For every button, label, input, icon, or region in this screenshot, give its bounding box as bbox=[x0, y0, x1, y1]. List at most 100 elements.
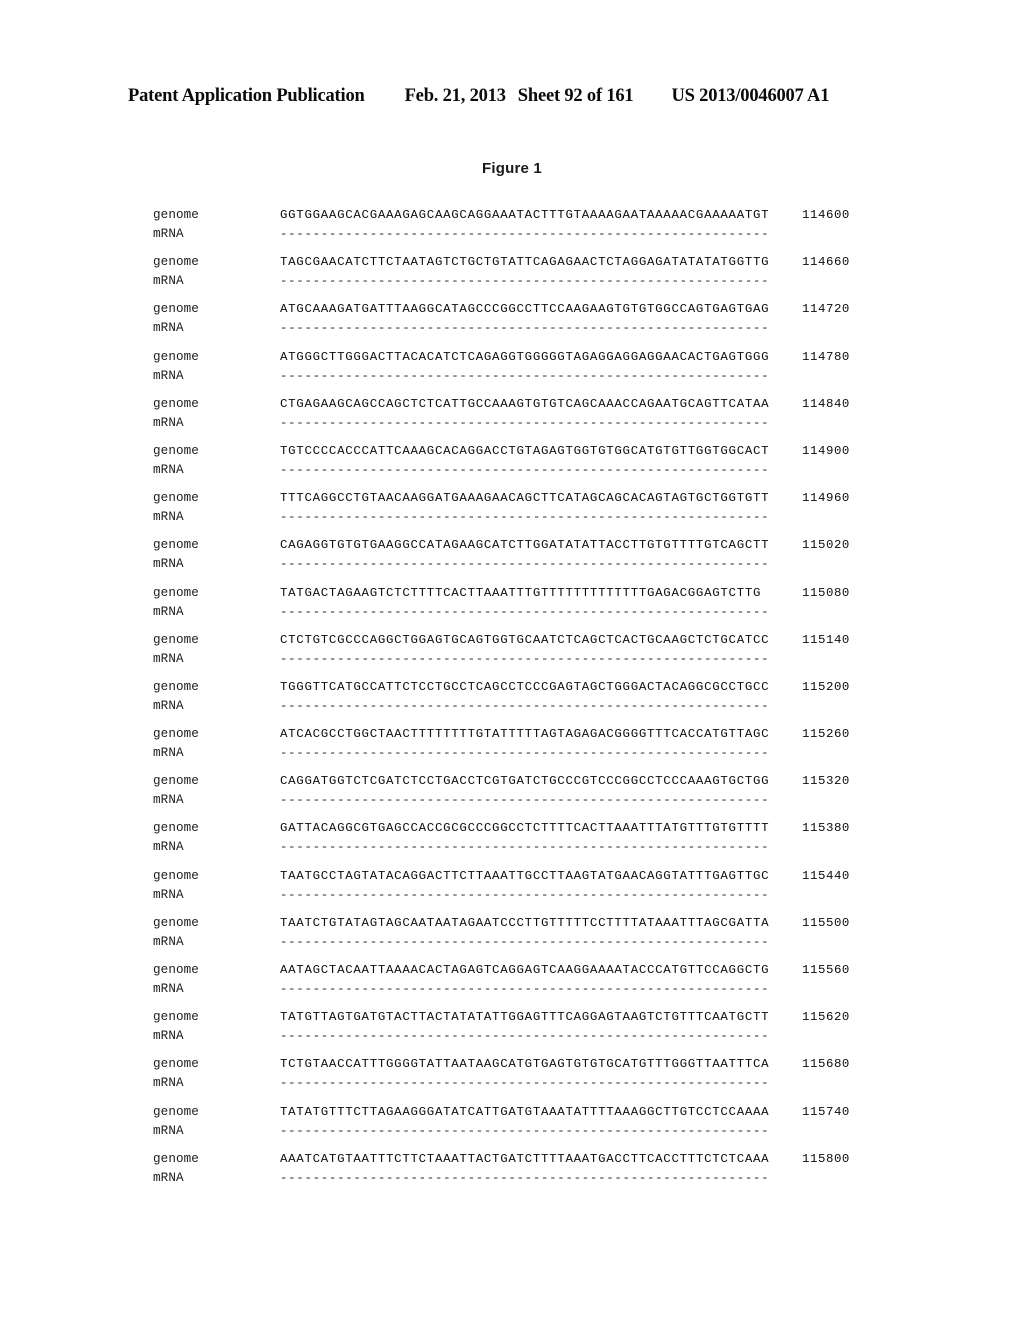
genome-sequence: TGGGTTCATGCCATTCTCCTGCCTCAGCCTCCCGAGTAGC… bbox=[280, 679, 770, 694]
mrna-sequence: ----------------------------------------… bbox=[280, 415, 770, 430]
genome-sequence: AATAGCTACAATTAAAACACTAGAGTCAGGAGTCAAGGAA… bbox=[280, 963, 770, 977]
alignment-block: genome TAGCGAACATCTTCTAATAGTCTGCTGTATTCAG… bbox=[153, 253, 913, 300]
mrna-row-label: mRNA bbox=[153, 698, 184, 713]
genome-row-label: genome bbox=[153, 585, 199, 600]
genome-sequence: GATTACAGGCGTGAGCCACCGCGCCCGGCCTCTTTTCACT… bbox=[280, 821, 770, 836]
sequence-position: 115200 bbox=[802, 679, 850, 694]
genome-sequence: AAATCATGTAATTTCTTCTAAATTACTGATCTTTTAAATG… bbox=[280, 1151, 770, 1166]
genome-row: genome TAGCGAACATCTTCTAATAGTCTGCTGTATTCAG… bbox=[153, 253, 913, 272]
genome-row: genome CTCTGTCGCCCAGGCTGGAGTGCAGTGGTGCAAT… bbox=[153, 631, 913, 650]
sequence-position: 115620 bbox=[802, 1010, 850, 1025]
mrna-sequence: ----------------------------------------… bbox=[280, 1029, 770, 1044]
genome-row: genome GATTACAGGCGTGAGCCACCGCGCCCGGCCTCTT… bbox=[153, 819, 913, 838]
mrna-row-label: mRNA bbox=[153, 887, 184, 902]
alignment-block: genome ATGCAAAGATGATTTAAGGCATAGCCCGGCCTTC… bbox=[153, 300, 913, 347]
mrna-sequence: ----------------------------------------… bbox=[280, 462, 770, 477]
mrna-row: mRNA ------------------------------------… bbox=[153, 650, 913, 669]
genome-sequence: CTCTGTCGCCCAGGCTGGAGTGCAGTGGTGCAATCTCAGC… bbox=[280, 632, 770, 647]
publication-date: Feb. 21, 2013 bbox=[404, 86, 506, 106]
genome-row-label: genome bbox=[153, 208, 199, 222]
mrna-sequence: ----------------------------------------… bbox=[280, 1076, 770, 1091]
sequence-position: 114720 bbox=[802, 302, 850, 317]
mrna-row: mRNA ------------------------------------… bbox=[153, 603, 913, 622]
genome-row: genome ATCACGCCTGGCTAACTTTTTTTTGTATTTTTAG… bbox=[153, 725, 913, 744]
mrna-row: mRNA ------------------------------------… bbox=[153, 319, 913, 338]
genome-sequence: TCTGTAACCATTTGGGGTATTAATAAGCATGTGAGTGTGT… bbox=[280, 1057, 770, 1072]
mrna-row: mRNA ------------------------------------… bbox=[153, 367, 913, 386]
mrna-row: mRNA ------------------------------------… bbox=[153, 838, 913, 857]
sequence-position: 115500 bbox=[802, 915, 850, 930]
genome-row: genome TAATCTGTATAGTAGCAATAATAGAATCCCTTGT… bbox=[153, 914, 913, 933]
mrna-row-label: mRNA bbox=[153, 321, 184, 336]
mrna-sequence: ----------------------------------------… bbox=[280, 321, 770, 336]
mrna-row-label: mRNA bbox=[153, 1170, 184, 1185]
mrna-row: mRNA ------------------------------------… bbox=[153, 508, 913, 527]
mrna-sequence: ----------------------------------------… bbox=[280, 698, 770, 713]
mrna-row: mRNA ------------------------------------… bbox=[153, 1169, 913, 1188]
genome-row: genome TAATGCCTAGTATACAGGACTTCTTAAATTGCCT… bbox=[153, 867, 913, 886]
genome-row-label: genome bbox=[153, 632, 199, 647]
alignment-block: genome TAATGCCTAGTATACAGGACTTCTTAAATTGCCT… bbox=[153, 867, 913, 914]
mrna-sequence: ----------------------------------------… bbox=[280, 557, 770, 572]
mrna-row: mRNA ------------------------------------… bbox=[153, 555, 913, 574]
sequence-position: 114660 bbox=[802, 255, 850, 270]
mrna-row: mRNA ------------------------------------… bbox=[153, 1027, 913, 1046]
genome-sequence: CTGAGAAGCAGCCAGCTCTCATTGCCAAAGTGTGTCAGCA… bbox=[280, 396, 770, 411]
mrna-sequence: ----------------------------------------… bbox=[280, 604, 770, 619]
mrna-row-label: mRNA bbox=[153, 982, 184, 996]
genome-sequence: TAATCTGTATAGTAGCAATAATAGAATCCCTTGTTTTTCC… bbox=[280, 915, 770, 930]
sequence-position: 114600 bbox=[802, 208, 850, 222]
sequence-position: 115320 bbox=[802, 774, 850, 789]
genome-row: genome GGTGGAAGCACGAAAGAGCAAGCAGGAAATACTT… bbox=[153, 206, 913, 225]
genome-row-label: genome bbox=[153, 1010, 199, 1025]
genome-sequence: GGTGGAAGCACGAAAGAGCAAGCAGGAAATACTTTGTAAA… bbox=[280, 208, 770, 222]
mrna-row: mRNA ------------------------------------… bbox=[153, 461, 913, 480]
alignment-block: genome TAATCTGTATAGTAGCAATAATAGAATCCCTTGT… bbox=[153, 914, 913, 961]
genome-sequence: TATGACTAGAAGTCTCTTTTCACTTAAATTTGTTTTTTTT… bbox=[280, 585, 762, 600]
alignment-block: genome TATATGTTTCTTAGAAGGGATATCATTGATGTAA… bbox=[153, 1103, 913, 1150]
genome-sequence: TGTCCCCACCCATTCAAAGCACAGGACCTGTAGAGTGGTG… bbox=[280, 443, 770, 458]
genome-row-label: genome bbox=[153, 915, 199, 930]
sequence-position: 114960 bbox=[802, 491, 850, 506]
genome-row: genome AATAGCTACAATTAAAACACTAGAGTCAGGAGTC… bbox=[153, 961, 913, 980]
genome-row-label: genome bbox=[153, 255, 199, 270]
sequence-position: 115560 bbox=[802, 963, 850, 977]
sequence-position: 115680 bbox=[802, 1057, 850, 1072]
mrna-row-label: mRNA bbox=[153, 840, 184, 855]
mrna-row: mRNA ------------------------------------… bbox=[153, 1122, 913, 1141]
alignment-block: genome GGTGGAAGCACGAAAGAGCAAGCAGGAAATACTT… bbox=[153, 206, 913, 253]
figure-caption: Figure 1 bbox=[482, 160, 542, 177]
mrna-row-label: mRNA bbox=[153, 1123, 184, 1138]
mrna-row: mRNA ------------------------------------… bbox=[153, 697, 913, 716]
alignment-block: genome ATCACGCCTGGCTAACTTTTTTTTGTATTTTTAG… bbox=[153, 725, 913, 772]
genome-sequence: ATCACGCCTGGCTAACTTTTTTTTGTATTTTTAGTAGAGA… bbox=[280, 727, 770, 742]
sequence-position: 115080 bbox=[802, 585, 850, 600]
mrna-row: mRNA ------------------------------------… bbox=[153, 933, 913, 952]
mrna-row-label: mRNA bbox=[153, 274, 184, 289]
genome-sequence: ATGGGCTTGGGACTTACACATCTCAGAGGTGGGGGTAGAG… bbox=[280, 349, 770, 364]
sequence-position: 115740 bbox=[802, 1104, 850, 1119]
mrna-row-label: mRNA bbox=[153, 557, 184, 572]
genome-row: genome TATGACTAGAAGTCTCTTTTCACTTAAATTTGTT… bbox=[153, 584, 913, 603]
mrna-row: mRNA ------------------------------------… bbox=[153, 225, 913, 244]
genome-row-label: genome bbox=[153, 868, 199, 883]
sequence-position: 114780 bbox=[802, 349, 850, 364]
genome-row-label: genome bbox=[153, 349, 199, 364]
mrna-row-label: mRNA bbox=[153, 227, 184, 241]
sequence-position: 115380 bbox=[802, 821, 850, 836]
alignment-block: genome TATGTTAGTGATGTACTTACTATATATTGGAGTT… bbox=[153, 1008, 913, 1055]
alignment-block: genome CTCTGTCGCCCAGGCTGGAGTGCAGTGGTGCAAT… bbox=[153, 631, 913, 678]
genome-row: genome CAGGATGGTCTCGATCTCCTGACCTCGTGATCTG… bbox=[153, 772, 913, 791]
mrna-row: mRNA ------------------------------------… bbox=[153, 791, 913, 810]
genome-row-label: genome bbox=[153, 821, 199, 836]
page-running-header: Patent Application Publication Feb. 21, … bbox=[128, 86, 896, 107]
mrna-row: mRNA ------------------------------------… bbox=[153, 414, 913, 433]
mrna-sequence: ----------------------------------------… bbox=[280, 793, 770, 808]
alignment-block: genome CAGGATGGTCTCGATCTCCTGACCTCGTGATCTG… bbox=[153, 772, 913, 819]
genome-row: genome ATGGGCTTGGGACTTACACATCTCAGAGGTGGGG… bbox=[153, 348, 913, 367]
mrna-row-label: mRNA bbox=[153, 793, 184, 808]
genome-row-label: genome bbox=[153, 679, 199, 694]
alignment-block: genome CTGAGAAGCAGCCAGCTCTCATTGCCAAAGTGTG… bbox=[153, 395, 913, 442]
mrna-row: mRNA ------------------------------------… bbox=[153, 744, 913, 763]
mrna-sequence: ----------------------------------------… bbox=[280, 982, 770, 996]
